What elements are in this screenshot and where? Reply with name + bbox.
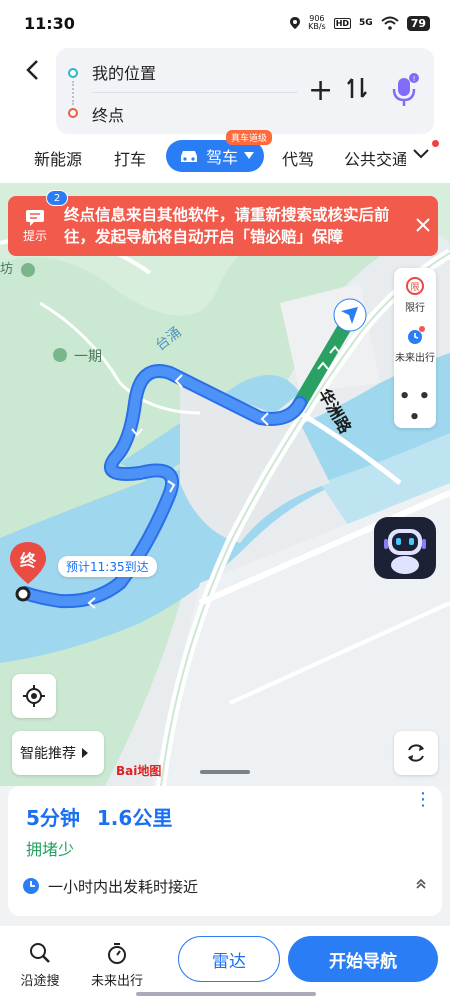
start-input[interactable]: 我的位置 [92, 60, 156, 84]
divider [92, 92, 298, 93]
robot-icon [384, 529, 426, 574]
svg-text:终: 终 [20, 551, 37, 570]
tab-public-transit[interactable]: 公共交通 [344, 146, 406, 170]
start-dot-icon [68, 68, 78, 78]
route-duration: 5分钟 [26, 806, 80, 830]
route-distance: 1.6公里 [96, 806, 173, 830]
clock-icon [408, 326, 425, 344]
future-travel-action-label: 未来出行 [90, 974, 143, 989]
clock-icon [23, 878, 39, 894]
traffic-condition: 拥堵少 [26, 840, 75, 859]
car-icon [181, 151, 197, 162]
traffic-limit-label: 限行 [405, 303, 425, 314]
caret-right-icon [82, 748, 88, 758]
more-tools-button[interactable]: • • • [394, 386, 436, 428]
future-travel-label: 未来出行 [395, 353, 435, 364]
search-icon [30, 943, 50, 963]
refresh-icon [408, 744, 424, 762]
tab-taxi[interactable]: 打车 [114, 146, 146, 170]
crosshair-icon [23, 685, 45, 707]
net-speed: 906 KB/s [308, 14, 326, 31]
search-along-button[interactable]: 沿途搜 [12, 942, 68, 989]
ai-assistant-button[interactable] [374, 517, 436, 579]
locate-button[interactable] [12, 674, 56, 718]
swap-icon [347, 78, 367, 98]
poi-label: 坊 [0, 262, 13, 277]
area-label: 一期 [74, 349, 102, 365]
chevron-left-icon [26, 60, 38, 80]
status-bar: 11:30 906 KB/s HD 5G 79 [0, 0, 450, 46]
route-options-button[interactable]: ⋮ [414, 791, 432, 809]
eta-label: 预计11:35到达 [58, 556, 157, 577]
departure-hint-row[interactable]: 一小时内出发耗时接近 [22, 874, 428, 898]
route-connector [72, 81, 74, 105]
tab-designated-driver[interactable]: 代驾 [282, 146, 314, 170]
route-summary-card[interactable]: 5分钟 1.6公里 拥堵少 ⋮ 一小时内出发耗时接近 [8, 786, 442, 916]
chevron-down-icon [244, 152, 255, 159]
notification-dot [432, 140, 439, 147]
status-icons: 906 KB/s HD 5G 79 [290, 15, 430, 31]
hd-icon: HD [333, 17, 352, 29]
traffic-limit-button[interactable]: 限 限行 [394, 276, 436, 314]
refresh-route-button[interactable] [394, 731, 438, 775]
future-travel-action-button[interactable]: 未来出行 [82, 942, 152, 989]
close-icon [416, 217, 430, 232]
tip-badge: 提示 [12, 203, 58, 249]
end-input[interactable]: 终点 [92, 102, 124, 126]
end-info-warning-banner[interactable]: 提示 2 终点信息来自其他软件，请重新搜索或核实后前往，发起导航将自动开启「错必… [8, 190, 438, 256]
home-indicator [136, 992, 316, 996]
expand-icon [414, 877, 428, 895]
departure-hint: 一小时内出发耗时接近 [48, 877, 199, 896]
tab-new-energy[interactable]: 新能源 [34, 146, 82, 170]
end-dot-icon [68, 108, 78, 118]
battery-icon: 79 [406, 15, 430, 31]
smart-recommend-label: 智能推荐 [20, 746, 76, 762]
swap-route-button[interactable] [346, 76, 368, 106]
destination-pin-icon: 终 [10, 542, 46, 584]
map-canvas: 华洲路 一期 台涌 坊 [0, 183, 450, 795]
back-button[interactable] [18, 56, 46, 84]
stopwatch-icon [108, 943, 126, 964]
signal-icon: 5G [359, 18, 373, 28]
route-duration-distance: 5分钟 1.6公里 [26, 802, 172, 831]
map-view[interactable]: 华洲路 一期 台涌 坊 [0, 183, 450, 795]
tip-label: 提示 [22, 228, 47, 243]
sheet-drag-handle[interactable] [200, 770, 250, 774]
search-along-label: 沿途搜 [20, 974, 60, 989]
route-header: 我的位置 终点 + ! 新能源 打车 驾车 真车道级 代驾 公共交通 [0, 46, 450, 183]
svg-text:!: ! [413, 75, 416, 83]
add-waypoint-button[interactable]: + [308, 76, 333, 106]
message-icon [26, 209, 44, 226]
banner-message: 终点信息来自其他软件，请重新搜索或核实后前往，发起导航将自动开启「错必赔」保障 [64, 206, 390, 246]
future-travel-button[interactable]: 未来出行 [394, 326, 436, 364]
close-banner-button[interactable] [408, 216, 438, 237]
location-icon [290, 17, 301, 29]
chevron-down-icon [413, 149, 429, 159]
route-bottom-sheet: 5分钟 1.6公里 拥堵少 ⋮ 一小时内出发耗时接近 沿途搜 未来出行 雷达 开… [0, 786, 450, 1000]
radar-button[interactable]: 雷达 [178, 936, 280, 982]
baidu-map-logo: Bai地图 [116, 764, 162, 778]
smart-recommend-button[interactable]: 智能推荐 [12, 731, 104, 775]
tip-count-badge: 2 [46, 190, 68, 206]
start-navigation-button[interactable]: 开始导航 [288, 936, 438, 982]
map-side-tools: 限 限行 未来出行 • • • [394, 268, 436, 428]
route-input-box: 我的位置 终点 + ! [56, 48, 434, 134]
svg-text:限: 限 [410, 282, 419, 293]
status-time: 11:30 [24, 13, 75, 33]
bottom-actions: 沿途搜 未来出行 雷达 开始导航 [0, 926, 450, 1000]
lane-level-badge: 真车道级 [226, 130, 273, 145]
tab-driving-label: 驾车 [206, 148, 239, 167]
transport-tabs: 新能源 打车 驾车 真车道级 代驾 公共交通 [0, 130, 450, 180]
wifi-icon [381, 16, 399, 30]
voice-assistant-icon[interactable]: ! [390, 72, 420, 108]
limit-icon: 限 [406, 277, 424, 295]
more-tabs-button[interactable] [412, 144, 430, 165]
